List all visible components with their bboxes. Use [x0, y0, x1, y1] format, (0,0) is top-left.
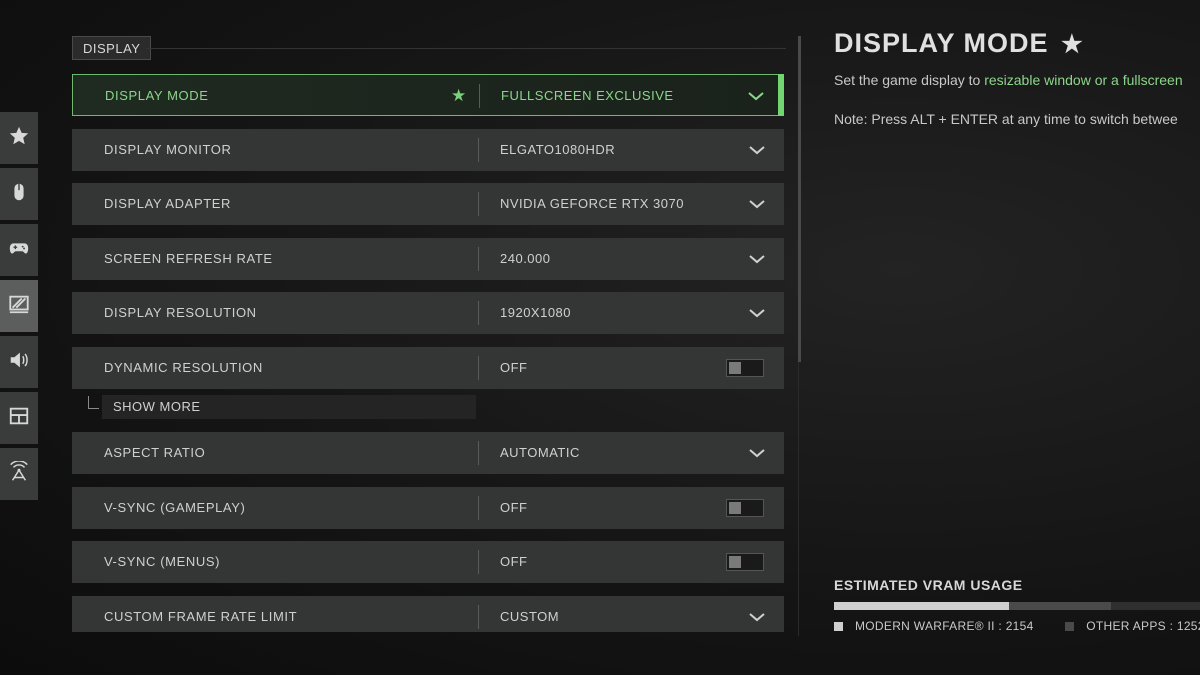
legend-item-other: OTHER APPS : 1252: [1065, 619, 1200, 633]
setting-label: SCREEN REFRESH RATE: [104, 251, 273, 266]
toggle-knob: [729, 362, 741, 374]
setting-row-display-adapter[interactable]: DISPLAY ADAPTER NVIDIA GEFORCE RTX 3070: [72, 183, 784, 225]
vram-legend: MODERN WARFARE® II : 2154 OTHER APPS : 1…: [834, 619, 1200, 634]
row-divider: [478, 301, 479, 325]
setting-value: ELGATO1080HDR: [500, 142, 616, 157]
vram-other-fill: [1008, 602, 1111, 610]
mouse-icon: [8, 181, 30, 208]
setting-row-display-resolution[interactable]: DISPLAY RESOLUTION 1920X1080: [72, 292, 784, 334]
row-divider: [478, 496, 479, 520]
setting-value: 1920X1080: [500, 305, 572, 320]
row-divider: [478, 356, 479, 380]
row-divider: [478, 247, 479, 271]
sidebar-item-interface[interactable]: [0, 392, 38, 444]
chevron-down-icon[interactable]: [747, 89, 765, 103]
setting-value: 240.000: [500, 251, 551, 266]
setting-label: DYNAMIC RESOLUTION: [104, 360, 263, 375]
speaker-icon: [8, 349, 30, 376]
interface-icon: [8, 405, 30, 432]
setting-label: DISPLAY RESOLUTION: [104, 305, 257, 320]
show-more-button[interactable]: SHOW MORE: [102, 395, 476, 419]
chevron-down-icon[interactable]: [748, 197, 766, 211]
chevron-down-icon[interactable]: [748, 306, 766, 320]
toggle-switch[interactable]: [726, 553, 764, 571]
detail-title: DISPLAY MODE ★: [834, 28, 1084, 59]
vram-game-fill: [834, 602, 1009, 610]
row-divider: [478, 605, 479, 629]
section-divider: [146, 48, 786, 49]
chevron-down-icon[interactable]: [748, 143, 766, 157]
sidebar-item-graphics[interactable]: [0, 280, 38, 332]
description-highlight: resizable window or a fullscreen: [984, 72, 1183, 88]
sidebar-item-audio[interactable]: [0, 336, 38, 388]
toggle-switch[interactable]: [726, 499, 764, 517]
scrollbar-thumb[interactable]: [798, 36, 801, 362]
setting-label: V-SYNC (MENUS): [104, 554, 221, 569]
legend-item-game: MODERN WARFARE® II : 2154: [834, 619, 1034, 633]
row-divider: [479, 84, 480, 108]
favorite-star-icon[interactable]: ★: [451, 86, 466, 106]
star-icon: ★: [1061, 31, 1084, 58]
legend-swatch: [1065, 621, 1075, 631]
setting-row-refresh-rate[interactable]: SCREEN REFRESH RATE 240.000: [72, 238, 784, 280]
setting-row-display-mode[interactable]: DISPLAY MODE ★ FULLSCREEN EXCLUSIVE: [72, 74, 784, 116]
setting-value: CUSTOM: [500, 609, 560, 624]
row-divider: [478, 441, 479, 465]
vram-usage-bar: [834, 602, 1200, 610]
setting-label: CUSTOM FRAME RATE LIMIT: [104, 609, 298, 624]
sidebar-item-controller[interactable]: [0, 224, 38, 276]
setting-value: FULLSCREEN EXCLUSIVE: [501, 88, 674, 103]
sidebar-item-favorites[interactable]: [0, 112, 38, 164]
legend-label: MODERN WARFARE® II : 2154: [855, 619, 1034, 633]
setting-label: DISPLAY MONITOR: [104, 142, 232, 157]
chevron-down-icon[interactable]: [748, 610, 766, 624]
tree-connector: [88, 396, 99, 409]
category-sidebar: [0, 112, 38, 504]
setting-label: DISPLAY ADAPTER: [104, 196, 232, 211]
setting-value: NVIDIA GEFORCE RTX 3070: [500, 196, 684, 211]
row-divider: [478, 138, 479, 162]
setting-row-vsync-gameplay[interactable]: V-SYNC (GAMEPLAY) OFF: [72, 487, 784, 529]
description-text: Set the game display to: [834, 72, 985, 88]
setting-row-vsync-menus[interactable]: V-SYNC (MENUS) OFF: [72, 541, 784, 583]
setting-value: AUTOMATIC: [500, 445, 580, 460]
chevron-down-icon[interactable]: [748, 252, 766, 266]
display-icon: [8, 293, 30, 320]
setting-value: OFF: [500, 360, 528, 375]
setting-label: V-SYNC (GAMEPLAY): [104, 500, 246, 515]
legend-label: OTHER APPS : 1252: [1086, 619, 1200, 633]
detail-description: Set the game display to resizable window…: [834, 72, 1200, 88]
detail-note: Note: Press ALT + ENTER at any time to s…: [834, 111, 1178, 127]
chevron-down-icon[interactable]: [748, 446, 766, 460]
network-icon: [8, 459, 30, 488]
setting-row-custom-frame-rate[interactable]: CUSTOM FRAME RATE LIMIT CUSTOM: [72, 596, 784, 632]
legend-swatch: [834, 621, 843, 631]
sidebar-item-network[interactable]: [0, 448, 38, 500]
row-divider: [478, 192, 479, 216]
detail-title-text: DISPLAY MODE: [834, 28, 1049, 58]
setting-row-dynamic-resolution[interactable]: DYNAMIC RESOLUTION OFF: [72, 347, 784, 389]
toggle-switch[interactable]: [726, 359, 764, 377]
row-divider: [478, 550, 479, 574]
toggle-knob: [729, 502, 741, 514]
toggle-knob: [729, 556, 741, 568]
star-icon: [8, 125, 30, 152]
setting-value: OFF: [500, 554, 528, 569]
setting-value: OFF: [500, 500, 528, 515]
setting-row-aspect-ratio[interactable]: ASPECT RATIO AUTOMATIC: [72, 432, 784, 474]
setting-label: DISPLAY MODE: [105, 88, 209, 103]
setting-row-display-monitor[interactable]: DISPLAY MONITOR ELGATO1080HDR: [72, 129, 784, 171]
vram-title: ESTIMATED VRAM USAGE: [834, 577, 1023, 593]
section-title: DISPLAY: [72, 36, 152, 60]
gamepad-icon: [8, 237, 30, 264]
setting-label: ASPECT RATIO: [104, 445, 206, 460]
sidebar-item-mouse[interactable]: [0, 168, 38, 220]
